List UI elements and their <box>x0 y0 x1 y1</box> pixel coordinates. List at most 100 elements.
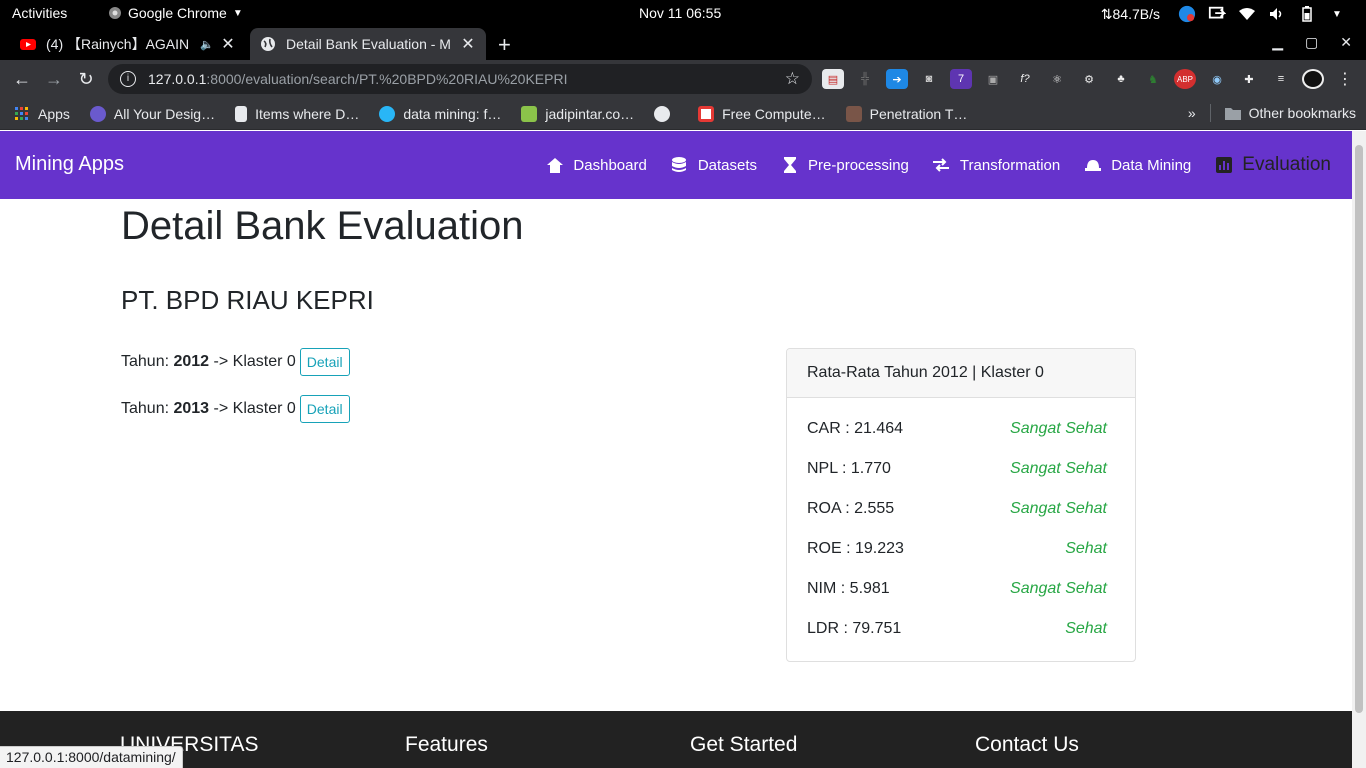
metric-row-nim: NIM : 5.981 Sangat Sehat <box>807 580 1107 598</box>
react-extension-icon[interactable]: ⚛ <box>1046 69 1068 89</box>
globe-icon <box>654 105 671 122</box>
bookmark-star-icon[interactable]: ☆ <box>785 69 800 89</box>
kebab-menu-icon[interactable]: ⋮ <box>1334 69 1356 89</box>
profile-avatar[interactable] <box>1302 69 1324 89</box>
screen-share-icon[interactable] <box>1208 6 1226 22</box>
system-tray: ⇅84.7B/s ▼ <box>1101 0 1366 28</box>
gear-extension-icon[interactable]: ⚙ <box>1078 69 1100 89</box>
site-icon <box>698 105 715 122</box>
address-bar[interactable]: i 127.0.0.1:8000/evaluation/search/PT.%2… <box>108 64 812 94</box>
other-bookmarks-folder[interactable]: Other bookmarks <box>1224 105 1356 121</box>
notification-app-icon[interactable] <box>1178 5 1196 23</box>
bookmark-globe[interactable] <box>654 105 678 122</box>
nav-evaluation[interactable]: Evaluation <box>1215 154 1331 176</box>
site-info-icon[interactable]: i <box>120 71 136 87</box>
globe-icon <box>261 37 275 51</box>
maximize-icon[interactable]: ▢ <box>1305 34 1318 51</box>
hard-hat-icon <box>1084 157 1101 173</box>
clock[interactable]: Nov 11 06:55 <box>639 5 721 21</box>
footer-heading-get-started: Get Started <box>690 733 798 756</box>
nav-data-mining[interactable]: Data Mining <box>1084 157 1191 174</box>
battery-icon[interactable] <box>1298 6 1316 22</box>
wifi-icon[interactable] <box>1238 6 1256 22</box>
nav-dashboard[interactable]: Dashboard <box>546 157 647 174</box>
footer-heading-features: Features <box>405 733 488 756</box>
tab-strip: (4) 【Rainych】AGAIN 🔈 ✕ Detail Bank Evalu… <box>0 28 1366 60</box>
other-bookmarks-label: Other bookmarks <box>1248 105 1356 121</box>
metric-status: Sehat <box>1065 620 1107 637</box>
close-icon[interactable]: ✕ <box>460 34 476 54</box>
formula-extension-icon[interactable]: f? <box>1014 69 1036 89</box>
bookmark-label: All Your Desig… <box>113 105 216 122</box>
gnome-extension-icon[interactable]: ♣ <box>1110 69 1132 89</box>
book-icon <box>521 105 538 122</box>
calendar-extension-icon[interactable]: ▤ <box>822 69 844 89</box>
bookmark-label: Penetration T… <box>869 105 968 122</box>
metric-row-npl: NPL : 1.770 Sangat Sehat <box>807 460 1107 478</box>
adblock-plus-icon[interactable]: ABP <box>1174 69 1196 89</box>
tab-youtube[interactable]: (4) 【Rainych】AGAIN 🔈 ✕ <box>10 28 246 60</box>
reload-icon[interactable]: ↻ <box>74 68 98 90</box>
chrome-app-icon <box>109 7 121 19</box>
close-window-icon[interactable]: ✕ <box>1340 34 1352 51</box>
nav-datasets[interactable]: Datasets <box>671 157 757 174</box>
nav-transformation[interactable]: Transformation <box>933 157 1060 174</box>
nav-label: Transformation <box>959 156 1061 174</box>
net-speed-indicator[interactable]: ⇅84.7B/s <box>1101 6 1160 23</box>
bar-chart-icon <box>1215 157 1232 173</box>
home-icon <box>546 157 563 173</box>
detail-button[interactable]: Detail <box>299 348 350 376</box>
puzzle-extensions-icon[interactable]: ✚ <box>1238 69 1260 89</box>
metric-status: Sehat <box>1065 540 1107 557</box>
tab-detail-bank-evaluation[interactable]: Detail Bank Evaluation - M ✕ <box>250 28 486 60</box>
year-row-2012: Tahun: 2012 -> Klaster 0 Detail <box>121 348 350 376</box>
metric-label: NIM : 5.981 <box>807 580 890 597</box>
volume-icon[interactable] <box>1268 6 1286 22</box>
bookmark-penetration[interactable]: Penetration T… <box>845 105 968 122</box>
app-menu[interactable]: Google Chrome ▼ <box>108 5 243 21</box>
extension-badge-7-icon[interactable]: 7 <box>950 69 972 89</box>
scrollbar-thumb[interactable] <box>1355 145 1363 713</box>
bookmark-data-mining[interactable]: data mining: f… <box>379 105 501 122</box>
new-tab-button[interactable]: + <box>498 32 511 58</box>
bookmark-items-where[interactable]: Items where D… <box>235 105 359 122</box>
metric-label: CAR : 21.464 <box>807 420 904 437</box>
nav-pre-processing[interactable]: Pre-processing <box>781 157 909 174</box>
back-arrow-icon[interactable]: ← <box>10 68 34 90</box>
screen-capture-extension-icon[interactable]: ▣ <box>982 69 1004 89</box>
browser-toolbar: ← → ↻ i 127.0.0.1:8000/evaluation/search… <box>0 60 1366 98</box>
circle-extension-icon[interactable]: ◉ <box>1206 69 1228 89</box>
ruler-extension-icon[interactable]: ╬ <box>854 69 876 89</box>
apps-grid-icon <box>15 106 28 120</box>
metric-label: ROA : 2.555 <box>807 500 895 517</box>
activities-button[interactable]: Activities <box>12 5 67 21</box>
detail-button[interactable]: Detail <box>299 395 350 423</box>
bookmark-apps[interactable]: Apps <box>14 106 70 122</box>
year-prefix: Tahun: <box>121 400 174 417</box>
youtube-icon <box>20 39 36 50</box>
share-extension-icon[interactable]: ➔ <box>886 69 908 89</box>
bookmarks-bar: Apps All Your Desig… Items where D… data… <box>0 98 1366 130</box>
site-navbar: Mining Apps Dashboard Datasets Pre-proce… <box>0 131 1352 199</box>
page-scrollbar[interactable] <box>1352 131 1366 768</box>
power-menu-chevron-icon[interactable]: ▼ <box>1328 6 1346 22</box>
bookmark-free-computer[interactable]: Free Compute… <box>698 105 826 122</box>
speaker-icon[interactable]: 🔈 <box>200 38 214 51</box>
overflow-chevron-icon[interactable]: » <box>1188 105 1196 121</box>
camera-extension-icon[interactable]: ◙ <box>918 69 940 89</box>
media-control-icon[interactable]: ≡ <box>1270 69 1292 89</box>
metric-status: Sangat Sehat <box>1010 580 1107 597</box>
evernote-extension-icon[interactable]: ♞ <box>1142 69 1164 89</box>
bookmarks-overflow: » Other bookmarks <box>1188 104 1356 122</box>
minimize-icon[interactable]: ▁ <box>1272 34 1283 51</box>
hourglass-icon <box>781 157 798 173</box>
bookmark-all-your-design[interactable]: All Your Desig… <box>89 105 216 122</box>
forward-arrow-icon[interactable]: → <box>42 68 66 90</box>
metric-row-roa: ROA : 2.555 Sangat Sehat <box>807 500 1107 518</box>
metric-label: NPL : 1.770 <box>807 460 891 477</box>
brand-logo[interactable]: Mining Apps <box>15 153 124 176</box>
bookmark-jadipintar[interactable]: jadipintar.co… <box>521 105 634 122</box>
close-icon[interactable]: ✕ <box>220 34 236 54</box>
cluster-text: -> Klaster 0 <box>209 353 296 370</box>
nav-label: Evaluation <box>1242 154 1331 175</box>
